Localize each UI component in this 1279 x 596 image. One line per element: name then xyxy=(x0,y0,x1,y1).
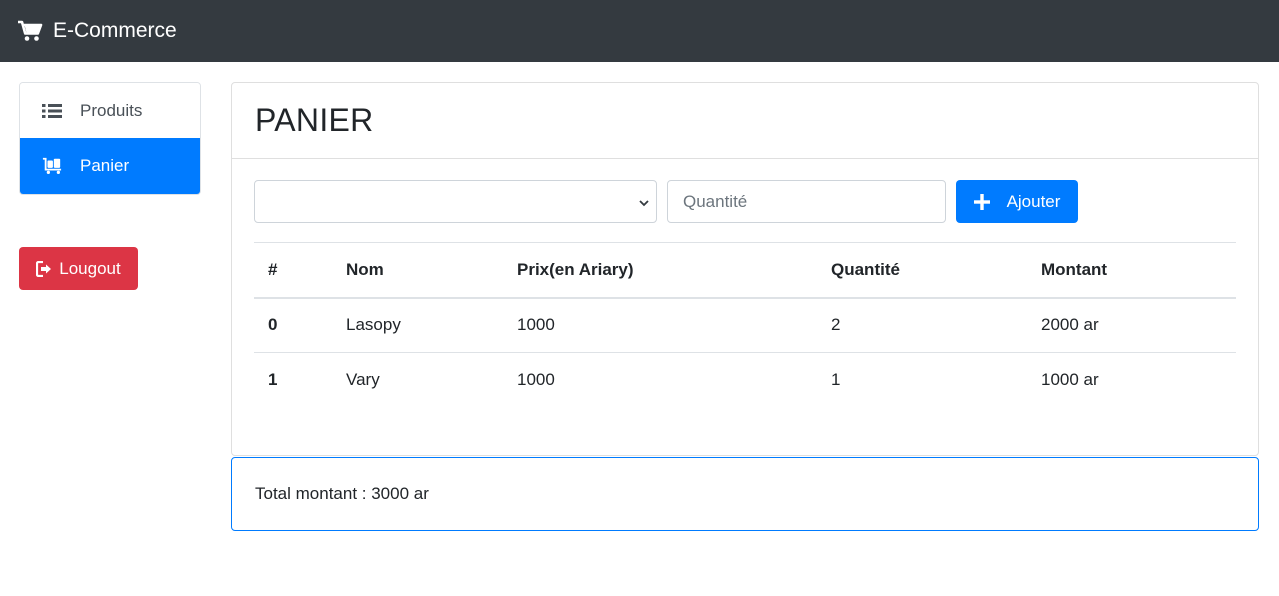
column-header-amount: Montant xyxy=(1027,242,1236,299)
logout-button[interactable]: Lougout xyxy=(19,247,138,290)
quantity-input[interactable] xyxy=(667,180,946,223)
cell-index: 0 xyxy=(254,297,332,353)
sign-out-icon xyxy=(36,260,54,277)
sidebar-item-label: Produits xyxy=(80,100,143,120)
add-button[interactable]: Ajouter xyxy=(956,180,1078,223)
table-header-row: # Nom Prix(en Ariary) Quantité Montant xyxy=(254,242,1236,299)
plus-icon xyxy=(973,193,990,210)
page-title: PANIER xyxy=(255,102,374,138)
total-amount: Total montant : 3000 ar xyxy=(255,484,429,503)
sidebar-item-label: Panier xyxy=(80,156,130,175)
table-row: 0 Lasopy 1000 2 2000 ar xyxy=(254,297,1236,353)
column-header-index: # xyxy=(254,242,332,299)
column-header-name: Nom xyxy=(332,242,503,299)
brand-label: E-Commerce xyxy=(53,19,177,42)
list-icon xyxy=(42,102,62,120)
shopping-cart-icon xyxy=(17,20,43,42)
sidebar-item-panier[interactable]: Panier xyxy=(20,138,200,194)
brand[interactable]: E-Commerce xyxy=(17,19,177,43)
sidebar: Produits Panier xyxy=(19,82,201,195)
card-header: PANIER xyxy=(232,83,1258,159)
cell-quantity: 2 xyxy=(817,297,1027,353)
add-item-form: Ajouter xyxy=(254,180,1078,223)
luggage-cart-icon xyxy=(42,157,62,175)
product-select[interactable] xyxy=(254,180,657,223)
add-button-label: Ajouter xyxy=(1006,191,1061,211)
cart-table: # Nom Prix(en Ariary) Quantité Montant 0… xyxy=(254,242,1236,408)
table-row: 1 Vary 1000 1 1000 ar xyxy=(254,353,1236,408)
cell-price: 1000 xyxy=(517,370,555,390)
total-card: Total montant : 3000 ar xyxy=(231,457,1259,531)
sidebar-nav: Produits Panier xyxy=(19,82,201,195)
chevron-down-icon xyxy=(638,196,650,208)
logout-label: Lougout xyxy=(59,258,121,278)
cart-card: PANIER Ajouter # Nom Prix(en Ariary) Qua… xyxy=(231,82,1259,456)
cell-price: 1000 xyxy=(503,297,817,353)
sidebar-item-produits[interactable]: Produits xyxy=(20,83,200,138)
cell-index: 1 xyxy=(268,370,278,390)
cell-amount: 2000 ar xyxy=(1027,297,1236,353)
cell-quantity: 1 xyxy=(831,370,841,390)
navbar: E-Commerce xyxy=(0,0,1279,62)
cell-name: Vary xyxy=(346,370,380,390)
column-header-price: Prix(en Ariary) xyxy=(503,242,817,299)
cell-name: Lasopy xyxy=(332,297,503,353)
column-header-quantity: Quantité xyxy=(817,242,1027,299)
cell-amount: 1000 ar xyxy=(1041,370,1099,390)
